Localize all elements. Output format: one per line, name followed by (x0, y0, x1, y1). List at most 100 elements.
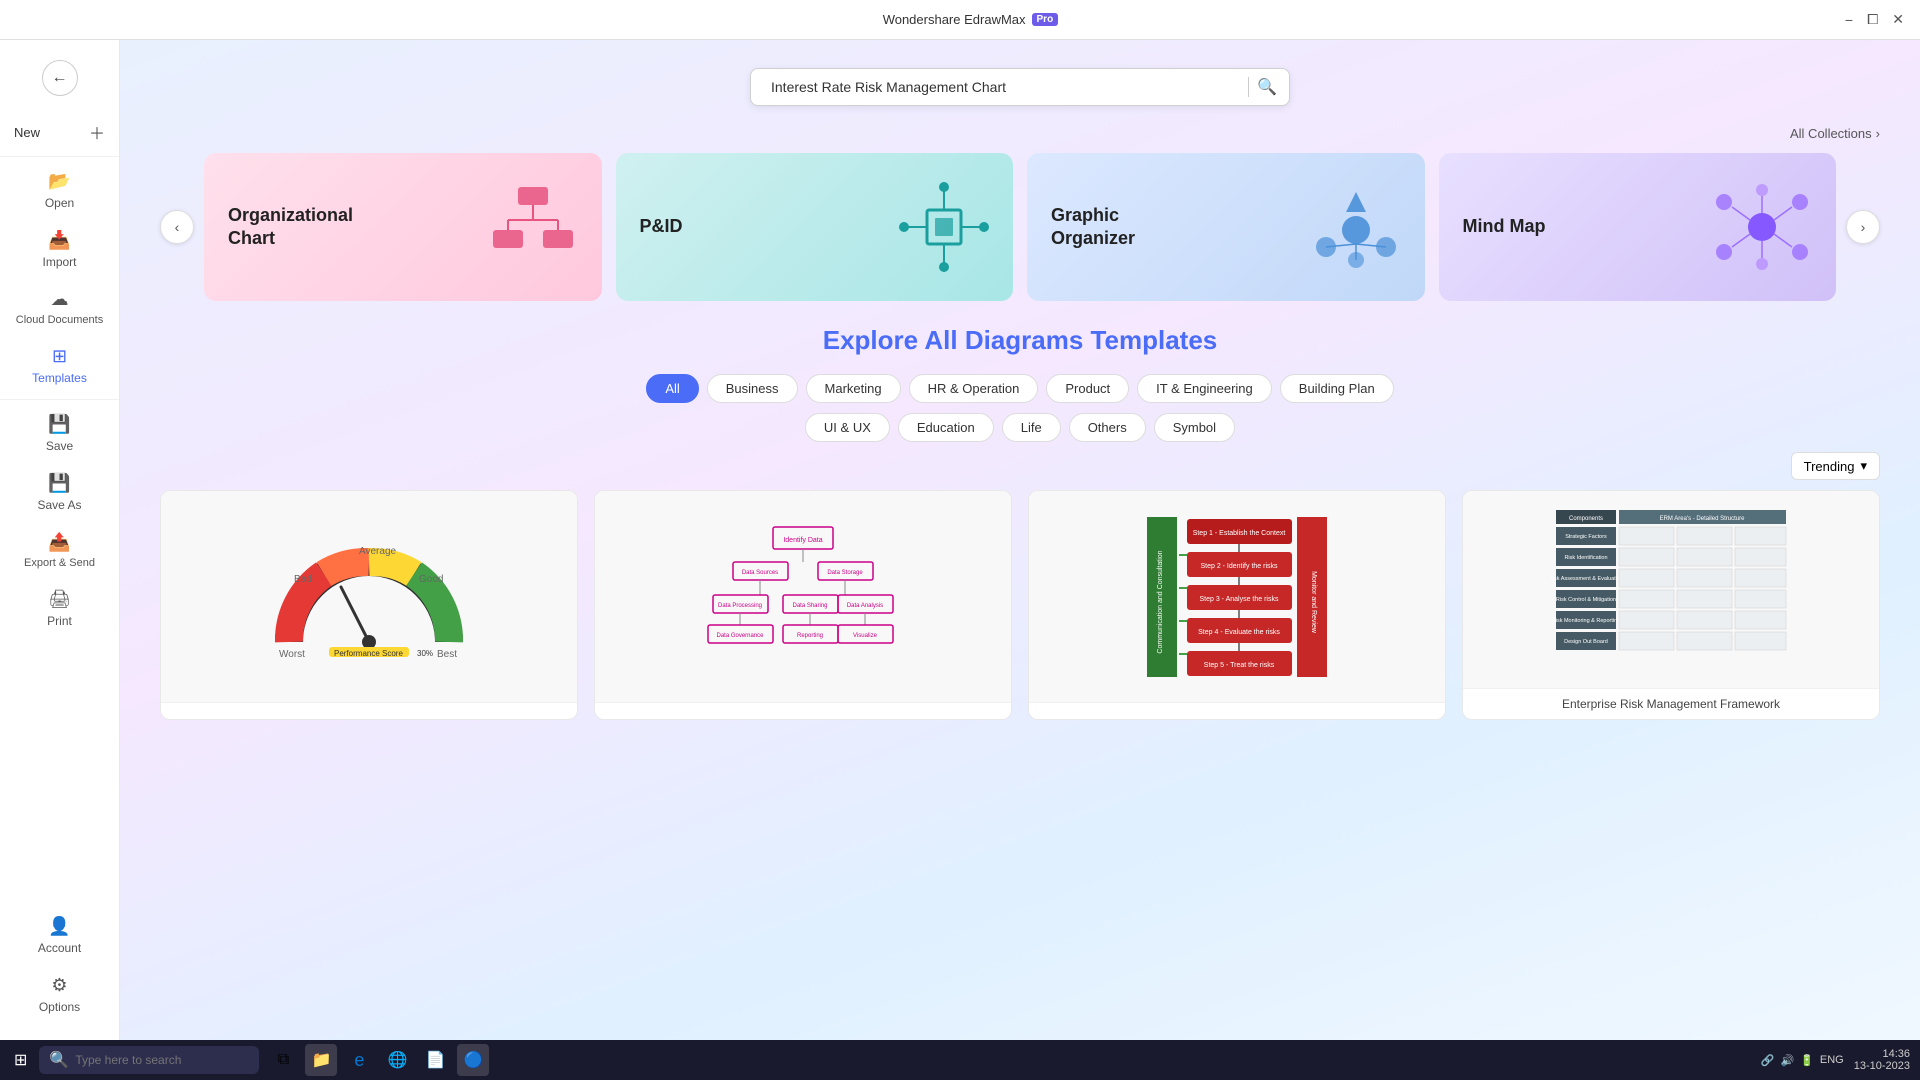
filter-symbol[interactable]: Symbol (1154, 413, 1235, 442)
explore-title: Explore All Diagrams Templates (160, 325, 1880, 356)
import-label: Import (42, 255, 76, 269)
open-label: Open (45, 196, 74, 210)
svg-text:Data Processing: Data Processing (718, 603, 762, 609)
account-icon: 👤 (48, 916, 70, 937)
dataflow-svg: Identify Data Data Sources Data Storage … (703, 517, 903, 677)
sidebar-item-options[interactable]: ⚙ Options (0, 965, 119, 1024)
filter-tags-row2: UI & UX Education Life Others Symbol (160, 413, 1880, 442)
sidebar-divider-1 (0, 156, 119, 157)
print-label: Print (47, 614, 72, 628)
filter-building-plan[interactable]: Building Plan (1280, 374, 1394, 403)
title-bar-center: Wondershare EdrawMax Pro (883, 12, 1059, 27)
clock-time: 14:36 (1854, 1048, 1910, 1060)
import-icon: 📥 (48, 230, 70, 251)
back-button[interactable]: ← (42, 60, 78, 96)
new-plus-icon: ＋ (89, 120, 105, 144)
taskbar-app-task-view[interactable]: ⧉ (267, 1044, 299, 1076)
template-card-footer-gauge (161, 702, 577, 719)
sidebar-item-import[interactable]: 📥 Import (0, 220, 119, 279)
filter-all[interactable]: All (646, 374, 698, 403)
filter-others[interactable]: Others (1069, 413, 1146, 442)
template-card-img-enterprise-risk: Components ERM Area's - Detailed Structu… (1463, 491, 1879, 688)
carousel-card-graphic-organizer[interactable]: Graphic Organizer (1027, 153, 1425, 301)
template-card-footer-enterprise-risk: Enterprise Risk Management Framework (1463, 688, 1879, 719)
taskbar-app-chrome[interactable]: 🌐 (381, 1044, 413, 1076)
carousel-prev-button[interactable]: ‹ (160, 210, 194, 244)
svg-text:ERM Area's - Detailed Structur: ERM Area's - Detailed Structure (1660, 516, 1746, 522)
svg-text:Identify Data: Identify Data (783, 537, 822, 544)
taskbar-app-edge[interactable]: e (343, 1044, 375, 1076)
sidebar-item-templates[interactable]: ⊞ Templates (0, 336, 119, 395)
taskbar-system-icons: 🔗 🔊 🔋 ENG (1761, 1054, 1844, 1067)
sidebar-item-account[interactable]: 👤 Account (0, 906, 119, 965)
save-label: Save (46, 439, 73, 453)
sidebar-item-export[interactable]: 📤 Export & Send (0, 522, 119, 579)
svg-text:Best: Best (437, 649, 457, 660)
taskbar-app-word[interactable]: 📄 (419, 1044, 451, 1076)
sidebar-item-open[interactable]: 📂 Open (0, 161, 119, 220)
templates-section: All Collections › ‹ Organizational Chart (120, 126, 1920, 301)
svg-text:Risk Control & Mitigation: Risk Control & Mitigation (1556, 597, 1616, 603)
sidebar-item-save-as[interactable]: 💾 Save As (0, 463, 119, 522)
graphic-organizer-icon (1311, 182, 1401, 272)
filter-hr-operation[interactable]: HR & Operation (909, 374, 1039, 403)
app-body: ← New ＋ 📂 Open 📥 Import ☁ Cloud Document… (0, 40, 1920, 1040)
explore-title-prefix: Explore (823, 325, 925, 355)
svg-text:Communication and Consultation: Communication and Consultation (1157, 550, 1164, 653)
chevron-right-icon: › (1876, 126, 1880, 141)
taskbar: ⊞ 🔍 ⧉ 📁 e 🌐 📄 🔵 🔗 🔊 🔋 ENG 14:36 13-10-20… (0, 1040, 1920, 1080)
maximize-button[interactable]: ⧠ (1867, 11, 1878, 28)
sidebar-divider-2 (0, 399, 119, 400)
taskbar-clock: 14:36 13-10-2023 (1854, 1048, 1910, 1072)
minimize-button[interactable]: − (1845, 12, 1853, 28)
filter-product[interactable]: Product (1046, 374, 1129, 403)
filter-marketing[interactable]: Marketing (806, 374, 901, 403)
svg-text:Step 2 - Identify the risks: Step 2 - Identify the risks (1200, 563, 1278, 570)
sidebar-item-print[interactable]: 🖨 Print (0, 579, 119, 638)
search-button[interactable]: 🔍 (1257, 77, 1277, 97)
filter-ui-ux[interactable]: UI & UX (805, 413, 890, 442)
taskbar-app-edrawmax[interactable]: 🔵 (457, 1044, 489, 1076)
sidebar-back: ← (0, 50, 119, 112)
svg-text:Components: Components (1569, 516, 1603, 522)
filter-life[interactable]: Life (1002, 413, 1061, 442)
svg-text:Average: Average (359, 546, 397, 557)
mind-map-icon (1712, 182, 1812, 272)
filter-education[interactable]: Education (898, 413, 994, 442)
taskbar-search-input[interactable] (75, 1053, 249, 1067)
svg-text:Monitor and Review: Monitor and Review (1310, 571, 1317, 634)
sidebar-item-new[interactable]: New ＋ (0, 112, 119, 152)
template-card-dataflow[interactable]: Identify Data Data Sources Data Storage … (594, 490, 1012, 720)
svg-text:Data Storage: Data Storage (827, 570, 863, 576)
title-bar: Wondershare EdrawMax Pro − ⧠ ✕ (0, 0, 1920, 40)
filter-business[interactable]: Business (707, 374, 798, 403)
svg-text:Design Out Board: Design Out Board (1564, 639, 1608, 645)
close-button[interactable]: ✕ (1892, 11, 1904, 28)
taskbar-apps: ⧉ 📁 e 🌐 📄 🔵 (267, 1044, 489, 1076)
template-card-enterprise-risk[interactable]: Components ERM Area's - Detailed Structu… (1462, 490, 1880, 720)
save-as-label: Save As (37, 498, 81, 512)
taskbar-left: ⊞ 🔍 ⧉ 📁 e 🌐 📄 🔵 (10, 1044, 489, 1076)
svg-text:Data Sources: Data Sources (742, 570, 778, 576)
sidebar-item-cloud[interactable]: ☁ Cloud Documents (0, 279, 119, 336)
taskbar-app-explorer[interactable]: 📁 (305, 1044, 337, 1076)
carousel-next-button[interactable]: › (1846, 210, 1880, 244)
carousel-card-pid[interactable]: P&ID (616, 153, 1014, 301)
template-card-risk[interactable]: Communication and Consultation Monitor a… (1028, 490, 1446, 720)
network-icon: 🔗 (1761, 1054, 1775, 1067)
template-card-img-risk: Communication and Consultation Monitor a… (1029, 491, 1445, 702)
filter-it-engineering[interactable]: IT & Engineering (1137, 374, 1272, 403)
carousel-card-org-chart[interactable]: Organizational Chart (204, 153, 602, 301)
templates-icon: ⊞ (52, 346, 67, 367)
taskbar-search-box[interactable]: 🔍 (39, 1046, 259, 1074)
sort-chevron-icon: ▾ (1860, 458, 1867, 474)
carousel-card-mind-map[interactable]: Mind Map (1439, 153, 1837, 301)
sort-dropdown[interactable]: Trending ▾ (1791, 452, 1880, 480)
template-card-gauge[interactable]: Worst Bad Average Good Best Performance … (160, 490, 578, 720)
sidebar-item-save[interactable]: 💾 Save (0, 404, 119, 463)
start-button[interactable]: ⊞ (10, 1046, 31, 1074)
mind-map-title: Mind Map (1463, 215, 1546, 238)
options-icon: ⚙ (51, 975, 67, 996)
search-input[interactable]: Interest Rate Risk Management Chart (763, 69, 1240, 105)
all-collections-link[interactable]: All Collections › (1790, 126, 1880, 141)
